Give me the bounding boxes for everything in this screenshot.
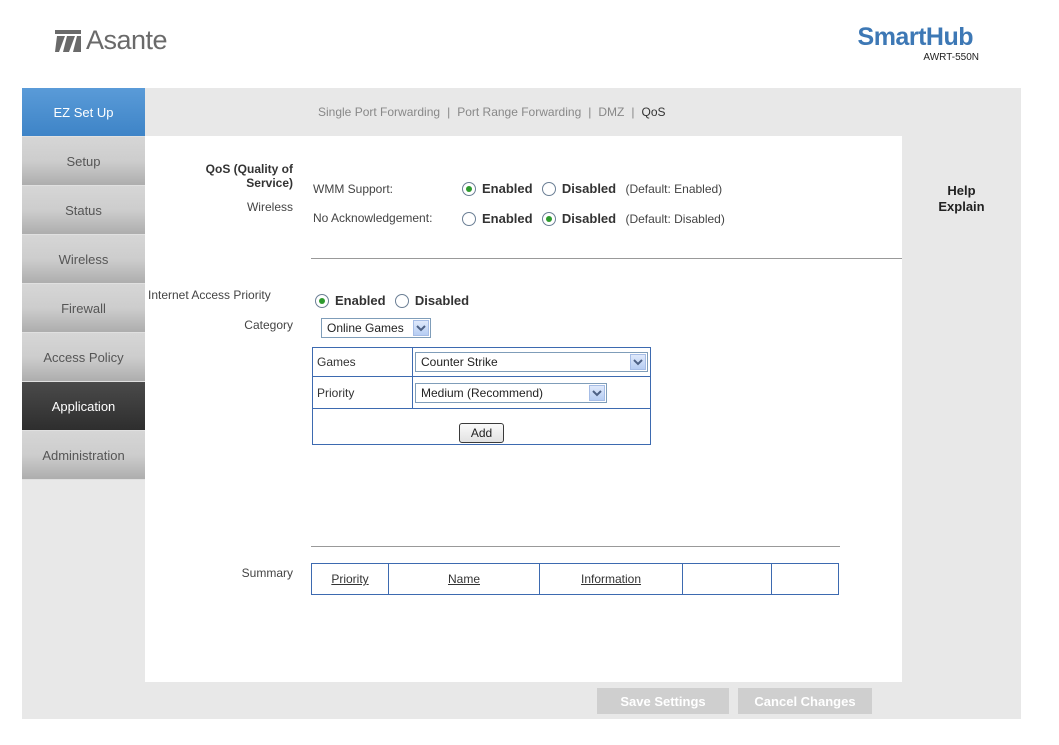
games-value: Counter Strike — [421, 355, 498, 369]
brand-name: Asante — [86, 25, 168, 55]
summary-col-name[interactable]: Name — [389, 564, 540, 594]
sidebar: EZ Set Up Setup Status Wireless Firewall… — [22, 88, 145, 480]
cancel-changes-button[interactable]: Cancel Changes — [738, 688, 872, 714]
chevron-down-icon — [630, 354, 646, 370]
section-divider — [311, 258, 902, 259]
subnav-dmz[interactable]: DMZ — [598, 105, 624, 119]
help-title: Help — [947, 183, 976, 198]
subnav-qos[interactable]: QoS — [642, 105, 666, 119]
internet-access-priority-label: Internet Access Priority — [148, 288, 271, 302]
category-select[interactable]: Online Games — [321, 318, 431, 338]
iap-disabled-label: Disabled — [414, 293, 470, 309]
no-ack-label: No Acknowledgement: — [313, 211, 433, 225]
no-ack-disabled-radio[interactable] — [541, 211, 556, 226]
product-badge: SmartHub AWRT-550N — [857, 23, 979, 64]
sidebar-item-ez-setup[interactable]: EZ Set Up — [22, 88, 145, 137]
sidebar-item-administration[interactable]: Administration — [22, 431, 145, 480]
wmm-disabled-radio[interactable] — [541, 181, 556, 196]
wireless-label: Wireless — [246, 200, 293, 214]
category-label: Category — [244, 318, 293, 332]
summary-col-empty-1 — [683, 564, 772, 594]
sidebar-item-firewall[interactable]: Firewall — [22, 284, 145, 333]
no-ack-disabled-label: Disabled — [561, 211, 617, 227]
games-select[interactable]: Counter Strike — [415, 352, 648, 372]
chevron-down-icon — [589, 385, 605, 401]
wmm-default-note: (Default: Enabled) — [625, 181, 723, 196]
sub-navigation: Single Port Forwarding | Port Range Forwar… — [318, 105, 666, 119]
summary-table: Priority Name Information — [311, 563, 839, 595]
no-ack-enabled-radio[interactable] — [462, 211, 476, 226]
priority-value: Medium (Recommend) — [421, 386, 544, 400]
asante-logo-icon — [55, 29, 81, 52]
product-name: SmartHub — [857, 23, 974, 51]
subnav-port-range-forwarding[interactable]: Port Range Forwarding — [457, 105, 581, 119]
summary-label: Summary — [241, 566, 293, 580]
help-explain: Explain — [938, 199, 985, 214]
iap-enabled-label: Enabled — [335, 293, 386, 309]
product-model: AWRT-550N — [923, 52, 979, 63]
games-label: Games — [313, 348, 413, 377]
sidebar-item-status[interactable]: Status — [22, 186, 145, 235]
sidebar-item-setup[interactable]: Setup — [22, 137, 145, 186]
wmm-disabled-label: Disabled — [561, 181, 617, 197]
subnav-single-port-forwarding[interactable]: Single Port Forwarding — [318, 105, 440, 119]
sidebar-item-wireless[interactable]: Wireless — [22, 235, 145, 284]
summary-col-information[interactable]: Information — [540, 564, 683, 594]
save-settings-button[interactable]: Save Settings — [597, 688, 729, 714]
sidebar-item-access-policy[interactable]: Access Policy — [22, 333, 145, 382]
no-ack-options: Enabled Disabled (Default: Disabled) — [462, 211, 725, 226]
chevron-down-icon — [413, 320, 429, 336]
no-ack-default-note: (Default: Disabled) — [625, 211, 725, 226]
priority-label: Priority — [313, 377, 413, 409]
wmm-enabled-radio[interactable] — [462, 181, 476, 196]
help-panel: Help Explain — [902, 136, 1021, 215]
wmm-support-label: WMM Support: — [313, 182, 394, 196]
summary-divider — [311, 546, 840, 547]
wmm-support-options: Enabled Disabled (Default: Enabled) — [462, 181, 722, 196]
category-value: Online Games — [327, 321, 404, 335]
summary-col-empty-2 — [772, 564, 838, 594]
sidebar-item-application[interactable]: Application — [22, 382, 145, 431]
qos-section-label: QoS (Quality of Service) — [205, 162, 293, 190]
internet-priority-options: Enabled Disabled — [315, 293, 475, 308]
iap-enabled-radio[interactable] — [315, 293, 329, 308]
priority-select[interactable]: Medium (Recommend) — [415, 383, 607, 403]
wmm-enabled-label: Enabled — [482, 181, 533, 197]
no-ack-enabled-label: Enabled — [482, 211, 533, 227]
iap-disabled-radio[interactable] — [394, 293, 409, 308]
asante-logo: Asante — [55, 25, 168, 55]
games-priority-table: Games Priority Counter Strike Medium (Re… — [312, 347, 651, 445]
add-button[interactable]: Add — [459, 423, 504, 443]
summary-col-priority[interactable]: Priority — [312, 564, 389, 594]
